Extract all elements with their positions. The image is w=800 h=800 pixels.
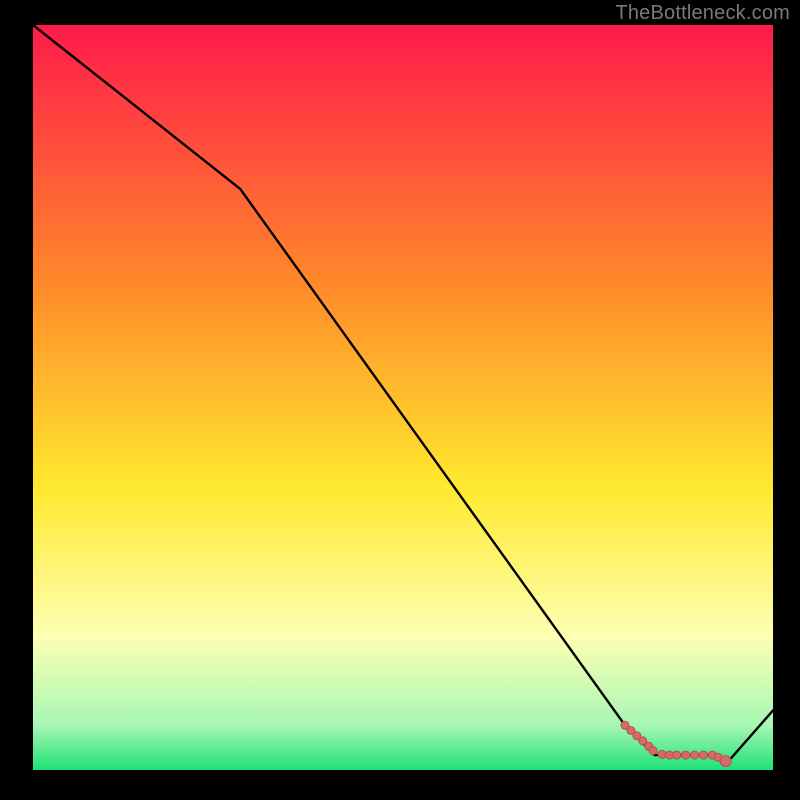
highlight-marker [682,751,690,759]
highlight-marker [691,751,699,759]
highlight-marker [665,751,673,759]
frame-left [0,0,33,800]
plot-background [33,25,773,770]
highlight-marker [649,747,657,755]
frame-bottom [0,770,800,800]
watermark-text: TheBottleneck.com [615,2,790,25]
frame-right [773,0,800,800]
highlight-marker [699,751,707,759]
highlight-marker [658,750,666,758]
bottleneck-chart [0,0,800,800]
chart-stage: TheBottleneck.com [0,0,800,800]
highlight-marker [720,756,731,767]
highlight-marker [673,751,681,759]
